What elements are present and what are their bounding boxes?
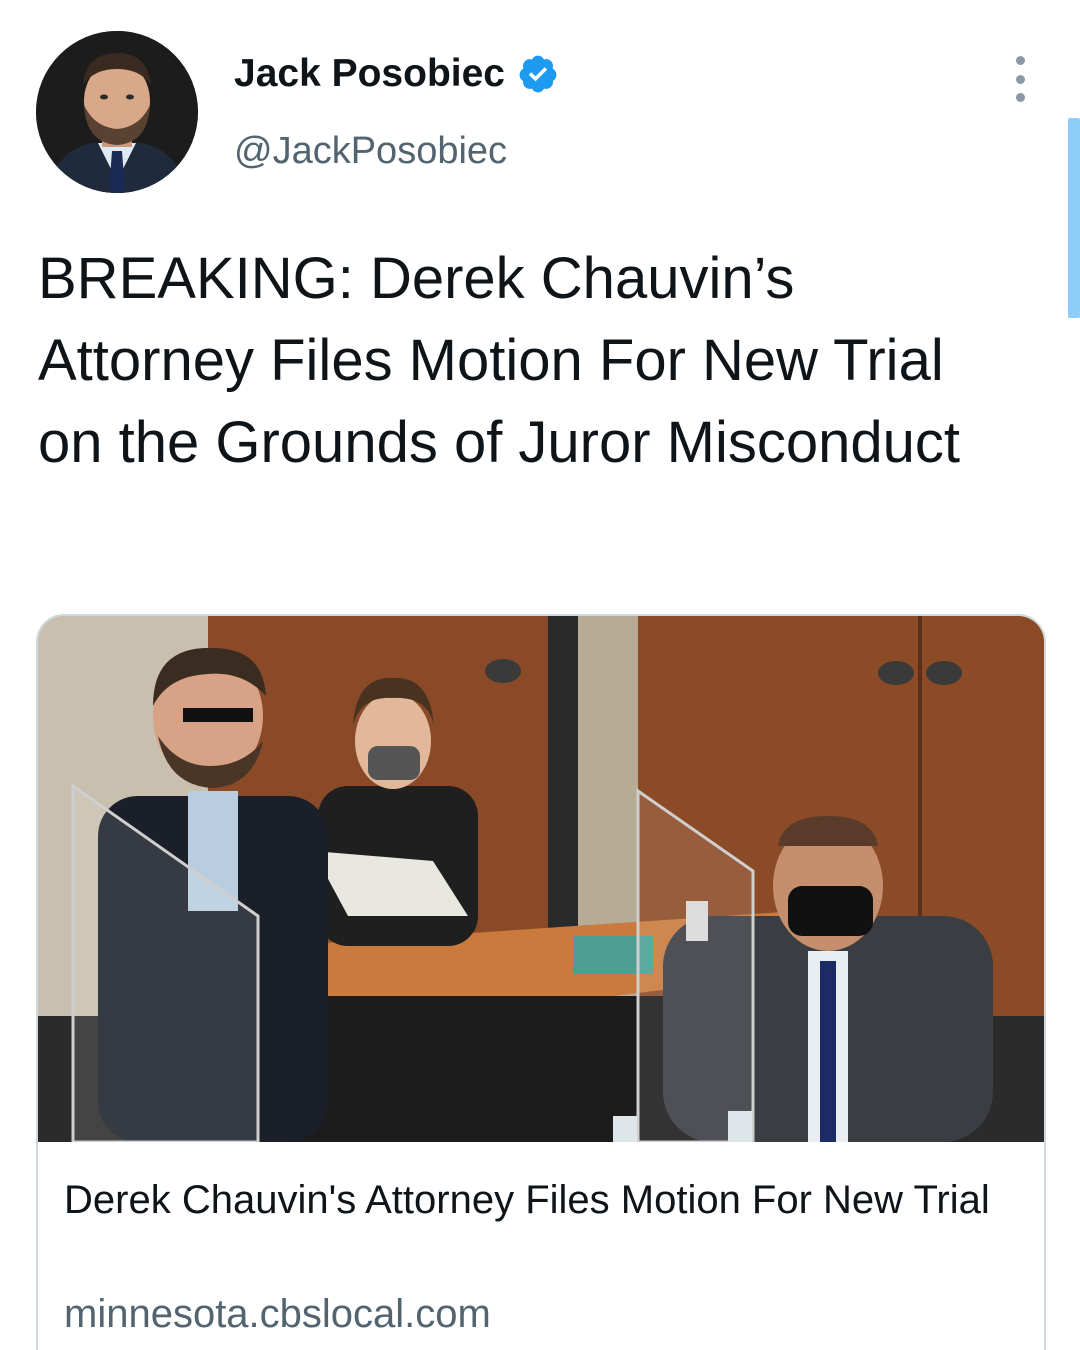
author-display-name[interactable]: Jack Posobiec bbox=[234, 52, 559, 96]
verified-badge-icon bbox=[517, 53, 559, 95]
scrollbar[interactable] bbox=[1068, 118, 1080, 318]
tweet-text: BREAKING: Derek Chauvin’s Attorney Files… bbox=[38, 246, 961, 475]
more-dot bbox=[1015, 74, 1025, 84]
link-card-title: Derek Chauvin's Attorney Files Motion Fo… bbox=[64, 1178, 990, 1222]
link-card-image bbox=[38, 616, 1044, 1142]
more-dot bbox=[1015, 93, 1025, 102]
more-options-icon[interactable] bbox=[1002, 56, 1038, 102]
link-card-domain: minnesota.cbslocal.com bbox=[64, 1292, 491, 1336]
tweet[interactable]: Jack Posobiec @JackPosobiec BREAKING: De… bbox=[0, 0, 1080, 1350]
link-card[interactable]: Derek Chauvin's Attorney Files Motion Fo… bbox=[36, 614, 1046, 1350]
author-display-name-text: Jack Posobiec bbox=[234, 52, 505, 95]
more-dot bbox=[1015, 56, 1025, 65]
author-avatar[interactable] bbox=[36, 31, 198, 193]
author-handle[interactable]: @JackPosobiec bbox=[234, 130, 507, 173]
